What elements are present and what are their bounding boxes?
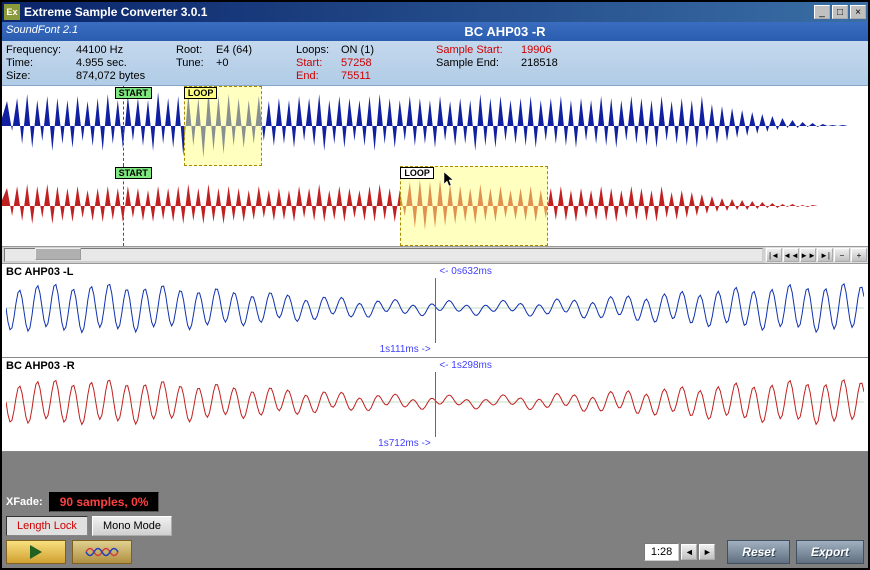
xfade-value[interactable]: 90 samples, 0% — [49, 492, 160, 512]
nav-rewind-button[interactable]: |◄ — [766, 248, 782, 262]
sample-end-value: 218518 — [521, 57, 558, 69]
loops-value: ON (1) — [341, 44, 374, 56]
page-display: 1:28 — [644, 543, 679, 561]
loop-marker-bottom[interactable]: LOOP — [400, 167, 434, 179]
zoom-channel-left[interactable]: BC AHP03 -L <- 0s632ms 1s111ms -> — [2, 264, 868, 358]
overview-waveform[interactable]: START LOOP START LOOP — [2, 86, 868, 246]
start-marker-bottom[interactable]: START — [115, 167, 152, 179]
format-label: SoundFont 2.1 — [6, 24, 146, 39]
size-label: Size: — [6, 70, 76, 82]
zoom-left-label: BC AHP03 -L — [6, 266, 864, 278]
root-label: Root: — [176, 44, 216, 56]
sample-name: BC AHP03 -R — [146, 24, 864, 39]
loop-play-button[interactable] — [72, 540, 132, 564]
loops-label: Loops: — [296, 44, 341, 56]
nav-back-button[interactable]: ◄◄ — [783, 248, 799, 262]
loop-marker-top[interactable]: LOOP — [184, 87, 218, 99]
minimize-button[interactable]: _ — [814, 5, 830, 19]
time-label: Time: — [6, 57, 76, 69]
info-panel: Frequency:44100 Hz Time:4.955 sec. Size:… — [2, 41, 868, 86]
loop-icon — [84, 543, 120, 561]
scroll-thumb[interactable] — [35, 248, 80, 260]
sample-start-label: Sample Start: — [436, 44, 521, 56]
play-button[interactable] — [6, 540, 66, 564]
sample-end-label: Sample End: — [436, 57, 521, 69]
reset-button[interactable]: Reset — [727, 540, 790, 564]
zoom-right-label: BC AHP03 -R — [6, 360, 864, 372]
titlebar[interactable]: Ex Extreme Sample Converter 3.0.1 _ □ × — [2, 2, 868, 22]
frequency-label: Frequency: — [6, 44, 76, 56]
close-button[interactable]: × — [850, 5, 866, 19]
tune-label: Tune: — [176, 57, 216, 69]
nav-end-button[interactable]: ►| — [817, 248, 833, 262]
page-prev-button[interactable]: ◄ — [681, 544, 697, 560]
frequency-value: 44100 Hz — [76, 44, 123, 56]
page-next-button[interactable]: ► — [699, 544, 715, 560]
loop-end-label: End: — [296, 70, 341, 82]
time-value: 4.955 sec. — [76, 57, 127, 69]
app-icon: Ex — [4, 4, 20, 20]
time-out-right: 1s712ms -> — [378, 438, 431, 449]
sample-start-value: 19906 — [521, 44, 552, 56]
size-value: 874,072 bytes — [76, 70, 145, 82]
loop-start-label: Start: — [296, 57, 341, 69]
sample-header: SoundFont 2.1 BC AHP03 -R — [2, 22, 868, 41]
mono-mode-button[interactable]: Mono Mode — [92, 516, 172, 536]
root-value: E4 (64) — [216, 44, 252, 56]
nav-fwd-button[interactable]: ►► — [800, 248, 816, 262]
zoom-panel: BC AHP03 -L <- 0s632ms 1s111ms -> BC AHP… — [2, 264, 868, 452]
tune-value: +0 — [216, 57, 229, 69]
horizontal-scrollbar[interactable] — [2, 247, 765, 263]
cursor-icon — [444, 172, 456, 188]
export-button[interactable]: Export — [796, 540, 864, 564]
play-icon — [30, 545, 42, 559]
maximize-button[interactable]: □ — [832, 5, 848, 19]
loop-start-value: 57258 — [341, 57, 372, 69]
zoom-out-button[interactable]: − — [834, 248, 850, 262]
time-out-left: 1s111ms -> — [380, 344, 431, 355]
loop-end-value: 75511 — [341, 70, 371, 82]
time-in-right: <- 1s298ms — [439, 360, 492, 371]
window-title: Extreme Sample Converter 3.0.1 — [24, 5, 814, 19]
length-lock-button[interactable]: Length Lock — [6, 516, 88, 536]
xfade-label: XFade: — [6, 496, 43, 508]
zoom-in-button[interactable]: + — [851, 248, 867, 262]
time-in-left: <- 0s632ms — [439, 266, 492, 277]
bottom-panel: XFade: 90 samples, 0% Length Lock Mono M… — [2, 488, 868, 568]
app-window: Ex Extreme Sample Converter 3.0.1 _ □ × … — [0, 0, 870, 570]
start-marker-top[interactable]: START — [115, 87, 152, 99]
zoom-channel-right[interactable]: BC AHP03 -R <- 1s298ms 1s712ms -> — [2, 358, 868, 452]
scrollbar-row: |◄ ◄◄ ►► ►| − + — [2, 246, 868, 264]
